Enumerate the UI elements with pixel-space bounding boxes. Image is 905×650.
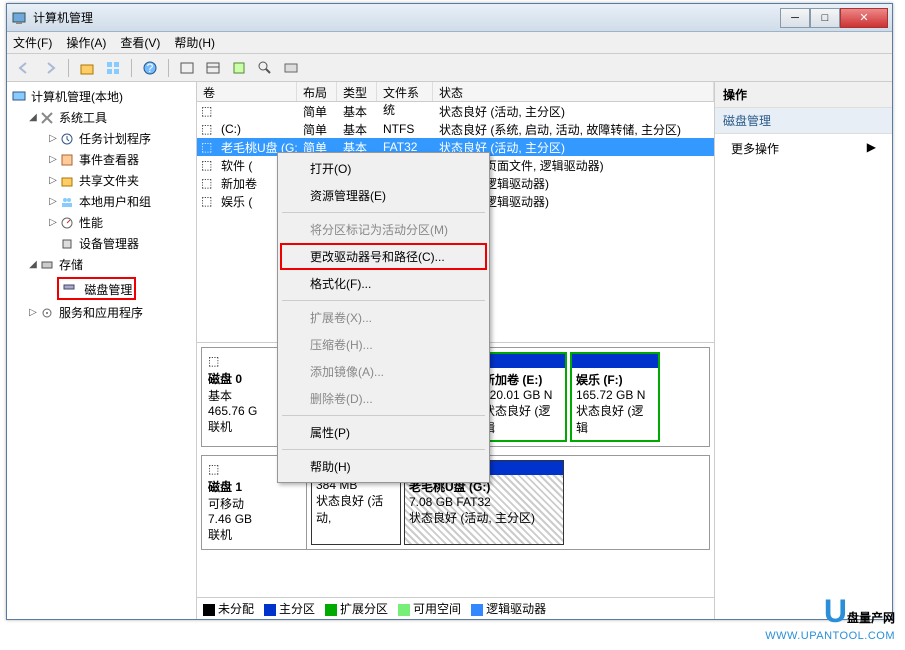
- app-icon: [11, 10, 27, 26]
- svg-text:?: ?: [147, 61, 154, 75]
- nav-tree: 计算机管理(本地) ◢ 系统工具 ▷ 任务计划程序 ▷ 事件查看器 ▷ 共享文件…: [7, 82, 197, 619]
- window-title: 计算机管理: [33, 9, 780, 26]
- chevron-right-icon: ▶: [867, 140, 876, 157]
- tree-root-label: 计算机管理(本地): [31, 88, 123, 105]
- ctx-properties[interactable]: 属性(P): [280, 419, 487, 446]
- services-icon: [39, 305, 55, 321]
- menu-file[interactable]: 文件(F): [13, 34, 52, 51]
- tree-diskmgmt-label: 磁盘管理: [84, 283, 132, 297]
- close-button[interactable]: ✕: [840, 8, 888, 28]
- tree-devmgr[interactable]: 设备管理器: [11, 233, 192, 254]
- computer-icon: [11, 89, 27, 105]
- menu-help[interactable]: 帮助(H): [174, 34, 215, 51]
- ctx-change-drive-letter[interactable]: 更改驱动器号和路径(C)...: [280, 243, 487, 270]
- tree-users[interactable]: ▷ 本地用户和组: [11, 191, 192, 212]
- tree-perf[interactable]: ▷ 性能: [11, 212, 192, 233]
- perf-icon: [59, 215, 75, 231]
- volume-list-header: 卷 布局 类型 文件系统 状态: [197, 82, 714, 102]
- watermark: U盘量产网 WWW.UPANTOOL.COM: [765, 593, 895, 642]
- volume-icon: ⬚: [197, 176, 215, 190]
- tree-services[interactable]: ▷ 服务和应用程序: [11, 302, 192, 323]
- clock-icon: [59, 131, 75, 147]
- actions-pane: 操作 磁盘管理 更多操作 ▶: [715, 82, 892, 619]
- storage-icon: [39, 257, 55, 273]
- tool-icon-3[interactable]: [228, 57, 250, 79]
- tree-users-label: 本地用户和组: [79, 193, 151, 210]
- ctx-help[interactable]: 帮助(H): [280, 453, 487, 480]
- tree-tasksched[interactable]: ▷ 任务计划程序: [11, 128, 192, 149]
- tree-services-label: 服务和应用程序: [59, 304, 143, 321]
- tree-eventvwr-label: 事件查看器: [79, 151, 139, 168]
- partition[interactable]: 娱乐 (F:) 165.72 GB N 状态良好 (逻辑: [570, 352, 660, 442]
- properties-icon[interactable]: [102, 57, 124, 79]
- tool-icon-5[interactable]: [280, 57, 302, 79]
- tree-devmgr-label: 设备管理器: [79, 235, 139, 252]
- disk-icon: [61, 279, 77, 295]
- minimize-button[interactable]: ─: [780, 8, 810, 28]
- tree-shared[interactable]: ▷ 共享文件夹: [11, 170, 192, 191]
- back-button[interactable]: [13, 57, 35, 79]
- forward-button[interactable]: [39, 57, 61, 79]
- volume-icon: ⬚: [197, 140, 215, 154]
- col-status[interactable]: 状态: [433, 82, 714, 101]
- ctx-extend: 扩展卷(X)...: [280, 304, 487, 331]
- ctx-format[interactable]: 格式化(F)...: [280, 270, 487, 297]
- tree-shared-label: 共享文件夹: [79, 172, 139, 189]
- volume-row[interactable]: ⬚ 简单 基本 状态良好 (活动, 主分区): [197, 102, 714, 120]
- ctx-explorer[interactable]: 资源管理器(E): [280, 182, 487, 209]
- actions-category[interactable]: 磁盘管理: [715, 108, 892, 134]
- menu-action[interactable]: 操作(A): [66, 34, 106, 51]
- volume-row[interactable]: ⬚ (C:) 简单 基本 NTFS 状态良好 (系统, 启动, 活动, 故障转储…: [197, 120, 714, 138]
- actions-more[interactable]: 更多操作 ▶: [715, 134, 892, 163]
- tree-perf-label: 性能: [79, 214, 103, 231]
- help-icon[interactable]: ?: [139, 57, 161, 79]
- actions-header: 操作: [715, 82, 892, 108]
- partition[interactable]: 新加卷 (E:) 120.01 GB N 状态良好 (逻辑: [477, 352, 567, 442]
- col-volume[interactable]: 卷: [197, 82, 297, 101]
- tools-icon: [39, 110, 55, 126]
- tree-storage-label: 存储: [59, 256, 83, 273]
- col-layout[interactable]: 布局: [297, 82, 337, 101]
- tool-icon-2[interactable]: [202, 57, 224, 79]
- col-fs[interactable]: 文件系统: [377, 82, 433, 101]
- event-icon: [59, 152, 75, 168]
- col-type[interactable]: 类型: [337, 82, 377, 101]
- ctx-mirror: 添加镜像(A)...: [280, 358, 487, 385]
- users-icon: [59, 194, 75, 210]
- tree-eventvwr[interactable]: ▷ 事件查看器: [11, 149, 192, 170]
- menubar: 文件(F) 操作(A) 查看(V) 帮助(H): [7, 32, 892, 54]
- ctx-delete: 删除卷(D)...: [280, 385, 487, 412]
- volume-icon: ⬚: [197, 194, 215, 208]
- tool-icon-1[interactable]: [176, 57, 198, 79]
- ctx-mark-active: 将分区标记为活动分区(M): [280, 216, 487, 243]
- ctx-open[interactable]: 打开(O): [280, 155, 487, 182]
- tool-icon-4[interactable]: [254, 57, 276, 79]
- tree-tasksched-label: 任务计划程序: [79, 130, 151, 147]
- device-icon: [59, 236, 75, 252]
- tree-systools[interactable]: ◢ 系统工具: [11, 107, 192, 128]
- tree-root[interactable]: 计算机管理(本地): [11, 86, 192, 107]
- context-menu: 打开(O) 资源管理器(E) 将分区标记为活动分区(M) 更改驱动器号和路径(C…: [277, 152, 490, 483]
- menu-view[interactable]: 查看(V): [120, 34, 160, 51]
- titlebar: 计算机管理 ─ □ ✕: [7, 4, 892, 32]
- volume-icon: ⬚: [197, 104, 215, 118]
- tree-systools-label: 系统工具: [59, 109, 107, 126]
- ctx-shrink: 压缩卷(H)...: [280, 331, 487, 358]
- folder-icon: [59, 173, 75, 189]
- legend: 未分配 主分区 扩展分区 可用空间 逻辑驱动器: [197, 597, 714, 619]
- tree-diskmgmt[interactable]: 磁盘管理: [11, 275, 192, 302]
- volume-icon: ⬚: [197, 158, 215, 172]
- up-icon[interactable]: [76, 57, 98, 79]
- volume-icon: ⬚: [197, 122, 215, 136]
- maximize-button[interactable]: □: [810, 8, 840, 28]
- tree-storage[interactable]: ◢ 存储: [11, 254, 192, 275]
- toolbar: ?: [7, 54, 892, 82]
